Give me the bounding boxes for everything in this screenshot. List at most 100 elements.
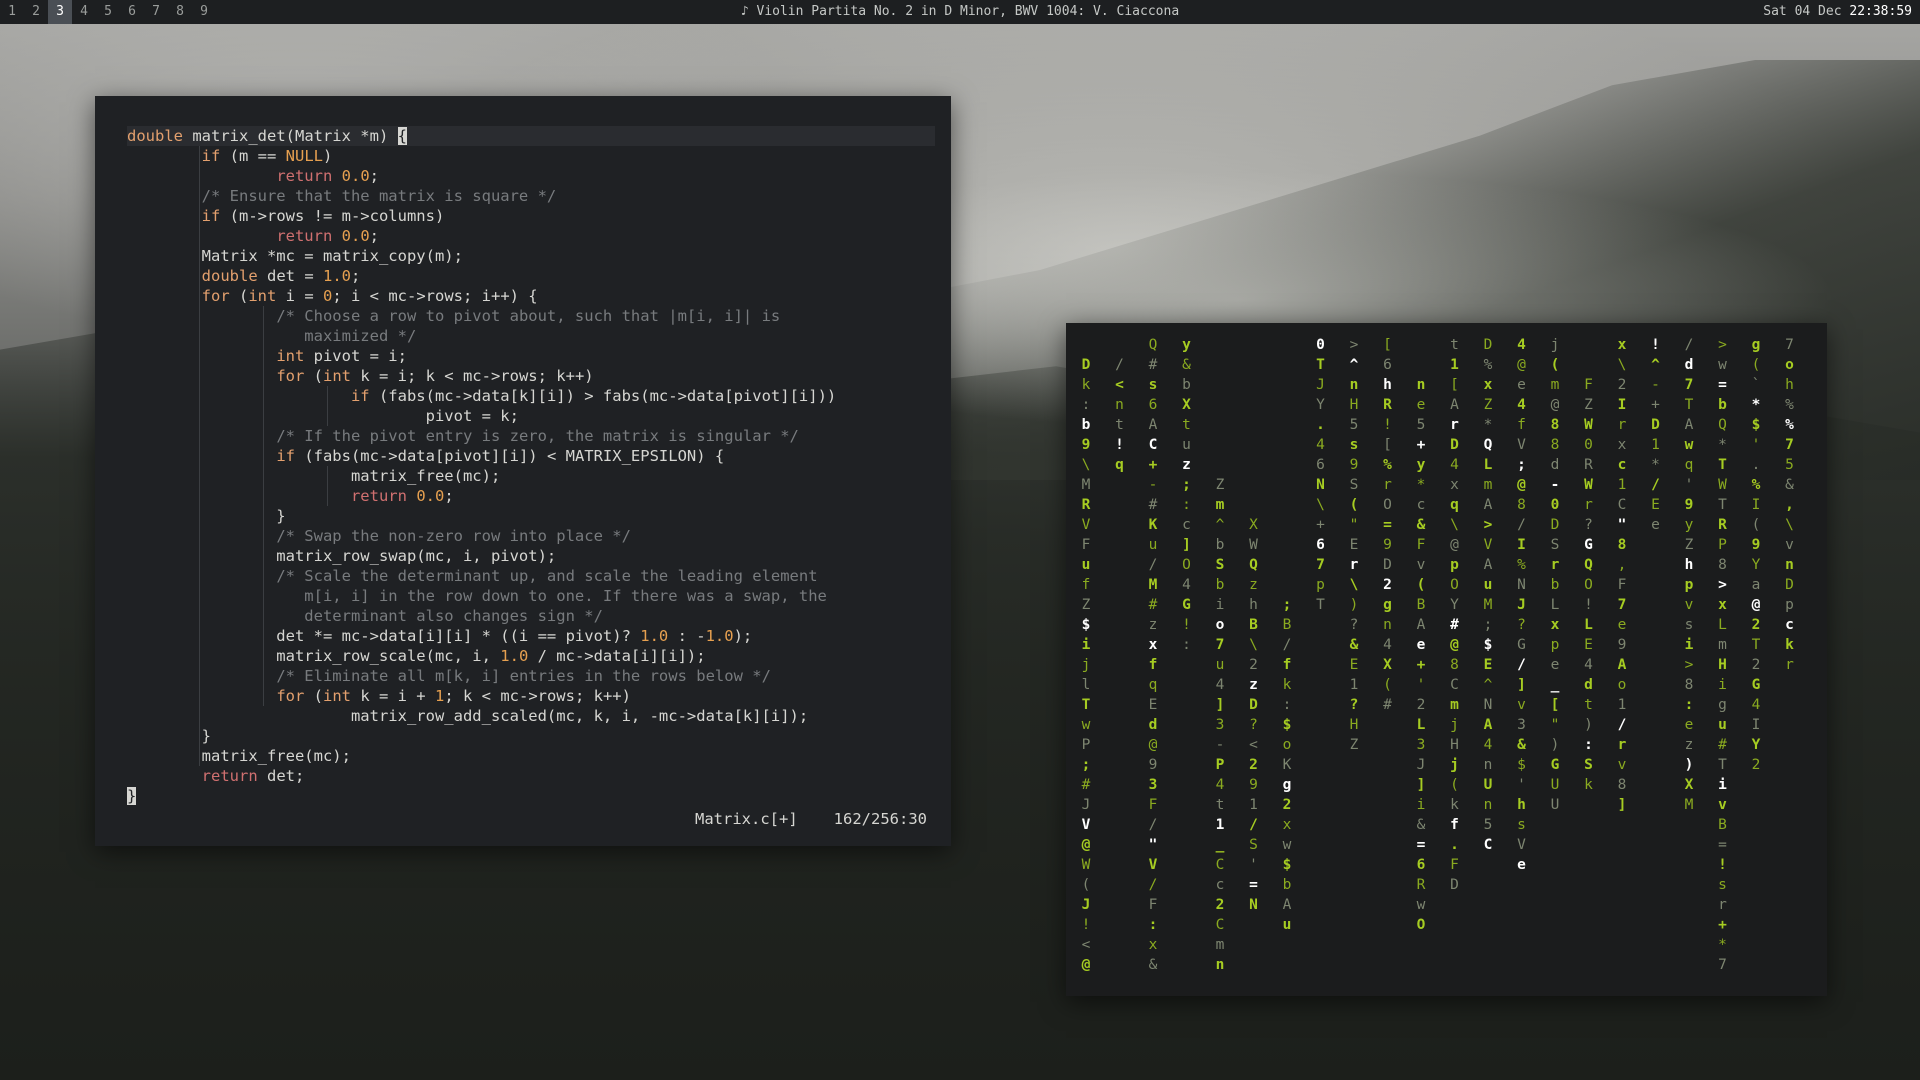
matrix-glyph: ! (1182, 617, 1191, 633)
now-playing-title[interactable]: Violin Partita No. 2 in D Minor, BWV 100… (757, 4, 1180, 19)
workspace-7[interactable]: 7 (144, 0, 168, 24)
code-line[interactable]: /* Swap the non-zero row into place */ (127, 526, 935, 546)
matrix-glyph: z (1148, 617, 1158, 633)
matrix-glyph: ; (1517, 457, 1526, 473)
code-line[interactable]: if (fabs(mc->data[pivot][i]) < MATRIX_EP… (127, 446, 935, 466)
matrix-glyph: # (1718, 737, 1727, 753)
matrix-glyph: A (1617, 657, 1627, 673)
code-line[interactable]: /* If the pivot entry is zero, the matri… (127, 426, 935, 446)
matrix-glyph: 7 (1617, 597, 1627, 613)
code-line[interactable]: return det; (127, 766, 935, 786)
matrix-glyph: + (1416, 657, 1426, 673)
code-line[interactable]: for (int k = i + 1; k < mc->rows; k++) (127, 686, 935, 706)
workspace-6[interactable]: 6 (120, 0, 144, 24)
editor-window[interactable]: double matrix_det(Matrix *m) { if (m == … (95, 96, 951, 846)
matrix-glyph: r (1718, 897, 1727, 913)
matrix-glyph: U (1550, 777, 1560, 793)
code-line[interactable]: Matrix *mc = matrix_copy(m); (127, 246, 935, 266)
code-line[interactable]: /* Eliminate all m[k, i] entries in the … (127, 666, 935, 686)
matrix-glyph: ( (1751, 357, 1761, 373)
matrix-glyph: ^ (1483, 677, 1493, 693)
code-line[interactable]: if (fabs(mc->data[k][i]) > fabs(mc->data… (127, 386, 935, 406)
code-line[interactable]: for (int i = 0; i < mc->rows; i++) { (127, 286, 935, 306)
code-line[interactable]: matrix_row_scale(mc, i, 1.0 / mc->data[i… (127, 646, 935, 666)
code-line[interactable]: } (127, 786, 935, 806)
matrix-glyph: 1 (1617, 477, 1627, 493)
code-line[interactable]: /* Choose a row to pivot about, such tha… (127, 306, 935, 326)
now-playing: ♪ Violin Partita No. 2 in D Minor, BWV 1… (0, 0, 1920, 24)
code-line[interactable]: double matrix_det(Matrix *m) { (127, 126, 935, 146)
matrix-glyph: O (1584, 577, 1593, 593)
code-line[interactable]: return 0.0; (127, 486, 935, 506)
matrix-glyph: = (1718, 377, 1727, 393)
matrix-glyph: " (1349, 517, 1359, 533)
matrix-glyph: y (1416, 457, 1426, 473)
matrix-glyph: ; (1483, 617, 1493, 633)
matrix-glyph: N (1517, 577, 1526, 593)
code-line[interactable]: matrix_free(mc); (127, 466, 935, 486)
matrix-glyph: : (1182, 637, 1191, 653)
matrix-glyph: \ (1249, 637, 1258, 653)
matrix-glyph: i (1718, 677, 1727, 693)
matrix-glyph: k (1785, 637, 1794, 653)
matrix-column: > ^ n H 5 s 9 S(" Er \)? & E 1? H Z (1344, 335, 1364, 755)
matrix-column: 7 o h%% 7 5 &, \ v n Dp c k r (1780, 335, 1800, 675)
matrix-glyph: * (1718, 437, 1727, 453)
matrix-glyph: 6 (1383, 357, 1392, 373)
code-line[interactable]: matrix_row_add_scaled(mc, k, i, -mc->dat… (127, 706, 935, 726)
matrix-glyph: 4 (1383, 637, 1392, 653)
code-line[interactable]: if (m == NULL) (127, 146, 935, 166)
code-line[interactable]: } (127, 726, 935, 746)
matrix-glyph: @ (1450, 637, 1459, 653)
matrix-glyph: S (1550, 537, 1560, 553)
matrix-glyph: 2 (1751, 657, 1761, 673)
code-line[interactable]: maximized */ (127, 326, 935, 346)
code-line[interactable]: int pivot = i; (127, 346, 935, 366)
matrix-glyph: 3 (1416, 737, 1426, 753)
matrix-glyph: q (1684, 457, 1694, 473)
matrix-glyph: u (1483, 577, 1493, 593)
workspace-2[interactable]: 2 (24, 0, 48, 24)
matrix-glyph: : (1182, 497, 1191, 513)
code-line[interactable]: /* Scale the determinant up, and scale t… (127, 566, 935, 586)
matrix-glyph: S (1349, 477, 1359, 493)
matrix-glyph: / (1115, 357, 1124, 373)
workspace-4[interactable]: 4 (72, 0, 96, 24)
workspace-3[interactable]: 3 (48, 0, 72, 24)
matrix-glyph: t (1115, 417, 1124, 433)
code-line[interactable]: return 0.0; (127, 166, 935, 186)
matrix-glyph: 6 (1416, 857, 1426, 873)
matrix-glyph: % (1483, 357, 1493, 373)
code-line[interactable]: } (127, 506, 935, 526)
matrix-glyph: 2 (1383, 577, 1392, 593)
code-line[interactable]: double det = 1.0; (127, 266, 935, 286)
matrix-glyph: F (1081, 537, 1091, 553)
code-line[interactable]: determinant also changes sign */ (127, 606, 935, 626)
indent-guide (327, 386, 328, 426)
workspace-9[interactable]: 9 (192, 0, 216, 24)
code-line[interactable]: for (int k = i; k < mc->rows; k++) (127, 366, 935, 386)
clock[interactable]: Sat 04 Dec 22:38:59 (1763, 0, 1912, 24)
code-line[interactable]: if (m->rows != m->columns) (127, 206, 935, 226)
code-line[interactable]: /* Ensure that the matrix is square */ (127, 186, 935, 206)
workspace-5[interactable]: 5 (96, 0, 120, 24)
code-line[interactable]: matrix_row_swap(mc, i, pivot); (127, 546, 935, 566)
code-line[interactable]: return 0.0; (127, 226, 935, 246)
matrix-glyph: ] (1617, 797, 1627, 813)
matrix-glyph: * (1483, 417, 1493, 433)
code-line[interactable]: det *= mc->data[i][i] * ((i == pivot)? 1… (127, 626, 935, 646)
workspace-8[interactable]: 8 (168, 0, 192, 24)
code-line[interactable]: pivot = k; (127, 406, 935, 426)
matrix-glyph: 2 (1249, 757, 1258, 773)
matrix-glyph: E (1483, 657, 1493, 673)
workspace-1[interactable]: 1 (0, 0, 24, 24)
code-line[interactable]: matrix_free(mc); (127, 746, 935, 766)
code-buffer[interactable]: double matrix_det(Matrix *m) { if (m == … (127, 126, 935, 806)
code-line[interactable]: m[i, i] in the row down to one. If there… (127, 586, 935, 606)
matrix-glyph: m (1215, 497, 1225, 513)
matrix-glyph: L (1483, 457, 1493, 473)
matrix-glyph: 9 (1383, 537, 1392, 553)
matrix-glyph: 2 (1751, 757, 1761, 773)
matrix-terminal-window[interactable]: Dk: b 9 \ M R V Fu f Z $ i j l Tw P; # J V @ W(J! < @ / < n t! q Q # s… (1066, 323, 1827, 996)
matrix-glyph: u (1148, 537, 1158, 553)
